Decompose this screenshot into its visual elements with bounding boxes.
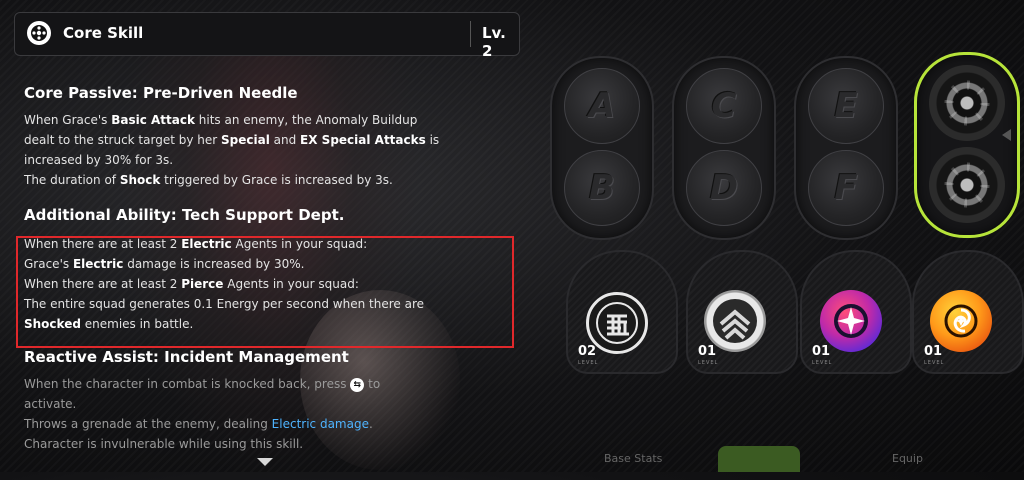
slot-level-label: LEVEL <box>812 360 833 366</box>
skill-slot-4[interactable]: 01 LEVEL <box>912 250 1024 374</box>
highlight-box <box>16 236 514 348</box>
core-passive-line: dealt to the struck target by her Specia… <box>24 133 440 147</box>
core-passive-line: increased by 30% for 3s. <box>24 153 174 167</box>
core-skill-icon <box>27 21 51 45</box>
skill-node-d[interactable]: D <box>686 150 762 226</box>
slot-level-label: LEVEL <box>578 360 599 366</box>
skill-node-c[interactable]: C <box>686 68 762 144</box>
skill-pill-cd[interactable]: C D <box>672 56 776 240</box>
pierce-chevron-icon <box>704 290 766 352</box>
core-passive-title: Core Passive: Pre-Driven Needle <box>24 84 298 102</box>
anomaly-star-icon <box>820 290 882 352</box>
core-skill-pill[interactable] <box>914 52 1020 238</box>
skill-node-f[interactable]: F <box>808 150 884 226</box>
skill-node-a[interactable]: A <box>564 68 640 144</box>
core-passive-line: The duration of Shock triggered by Grace… <box>24 173 393 187</box>
slot-level-label: LEVEL <box>924 360 945 366</box>
slot-level: 01 <box>812 344 831 359</box>
skill-slot-3[interactable]: 01 LEVEL <box>800 250 912 374</box>
skill-pill-ab[interactable]: A B <box>550 56 654 240</box>
slot-level: 01 <box>924 344 943 359</box>
tire-spoke-icon <box>929 147 1005 223</box>
bottom-tab-bar: Base Stats Equip <box>540 444 1024 472</box>
skill-slot-2[interactable]: 01 LEVEL <box>686 250 798 374</box>
support-swirl-icon <box>930 290 992 352</box>
panel-title: Core Skill <box>63 24 144 42</box>
skill-level: Lv. 2 <box>482 24 506 60</box>
scroll-down-icon[interactable] <box>257 458 273 466</box>
reactive-line: When the character in combat is knocked … <box>24 377 381 392</box>
reactive-line: Character is invulnerable while using th… <box>24 437 304 451</box>
active-tab-highlight <box>718 446 800 472</box>
slot-level-label: LEVEL <box>698 360 719 366</box>
tire-spoke-icon <box>929 65 1005 141</box>
skill-slot-1[interactable]: 02 LEVEL <box>566 250 678 374</box>
additional-ability-title: Additional Ability: Tech Support Dept. <box>24 206 345 224</box>
selection-indicator-icon <box>1002 129 1011 141</box>
slot-level: 02 <box>578 344 597 359</box>
core-passive-line: When Grace's Basic Attack hits an enemy,… <box>24 113 418 127</box>
tab-base-stats[interactable]: Base Stats <box>604 452 662 465</box>
core-skill-header: Core Skill Lv. 2 <box>14 12 520 60</box>
skill-node-e[interactable]: E <box>808 68 884 144</box>
tab-equip[interactable]: Equip <box>892 452 923 465</box>
assist-button-icon: ⇆ <box>350 377 365 392</box>
reactive-line: activate. <box>24 397 77 411</box>
skill-node-b[interactable]: B <box>564 150 640 226</box>
slot-level: 01 <box>698 344 717 359</box>
header-divider <box>470 21 471 47</box>
reactive-assist-title: Reactive Assist: Incident Management <box>24 348 349 366</box>
skill-pill-ef[interactable]: E F <box>794 56 898 240</box>
reactive-line: Throws a grenade at the enemy, dealing E… <box>24 417 373 431</box>
